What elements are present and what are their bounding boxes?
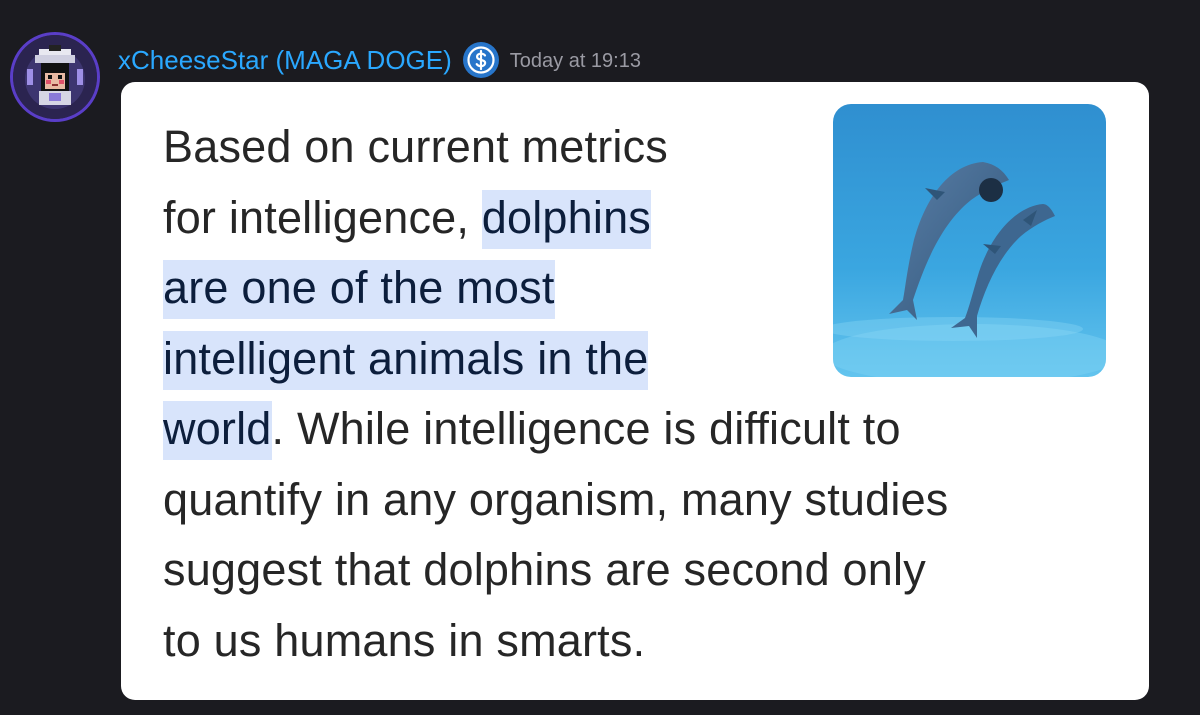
snippet-highlight: are one of the most: [163, 260, 555, 319]
snippet-line: to us humans in smarts.: [163, 614, 646, 666]
username[interactable]: xCheeseStar (MAGA DOGE): [118, 45, 452, 76]
snippet-line: quantify in any organism, many studies: [163, 473, 949, 525]
usdc-dollar-badge-icon[interactable]: [462, 41, 500, 79]
snippet-line: for intelligence,: [163, 191, 482, 243]
message-header: xCheeseStar (MAGA DOGE) Today at 19:13: [118, 38, 641, 82]
pixel-astronaut-avatar-icon: [13, 35, 97, 119]
user-avatar[interactable]: [10, 32, 100, 122]
message-timestamp: Today at 19:13: [509, 49, 641, 72]
chat-message: xCheeseStar (MAGA DOGE) Today at 19:13 B…: [0, 0, 1200, 715]
snippet-line: . While intelligence is difficult to: [271, 403, 901, 454]
snippet-highlight: intelligent animals in the: [163, 330, 649, 390]
snippet-highlight: dolphins: [481, 189, 652, 249]
snippet-line: suggest that dolphins are second only: [163, 544, 926, 595]
dolphins-photo: [833, 104, 1106, 377]
snippet-line: Based on current metrics: [163, 121, 669, 172]
image-attachment[interactable]: Based on current metrics for intelligenc…: [121, 82, 1149, 700]
snippet-highlight: world: [163, 401, 272, 460]
